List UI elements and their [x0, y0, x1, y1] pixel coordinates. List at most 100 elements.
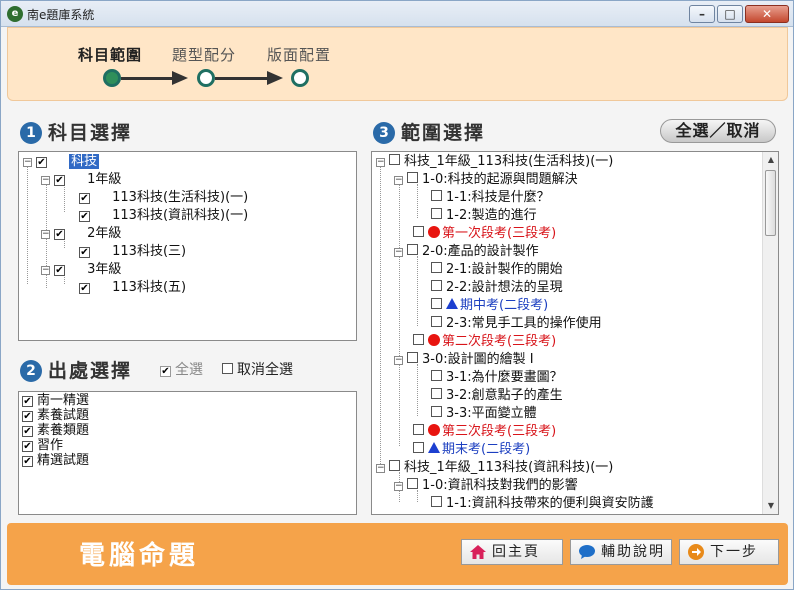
checkbox[interactable]	[413, 334, 424, 345]
range-item[interactable]: 1-1:資訊科技帶來的便利與資安防護	[431, 495, 654, 513]
tree-item-course[interactable]: ✔ 113科技(生活科技)(一)	[79, 189, 248, 207]
source-list-panel[interactable]: ✔ 南一精選 ✔ 素養試題 ✔ 素養類題 ✔ 習作 ✔ 精選試題	[18, 391, 357, 515]
checkbox[interactable]: ✔	[54, 229, 65, 240]
list-item[interactable]: ✔ 南一精選	[22, 393, 89, 408]
checkbox[interactable]	[431, 406, 442, 417]
maximize-button[interactable]: □	[717, 5, 743, 23]
range-item[interactable]: 2-2:設計想法的呈現	[431, 279, 563, 297]
checkbox[interactable]: ✔	[54, 175, 65, 186]
tree-item-label: 113科技(生活科技)(一)	[112, 190, 249, 205]
tree-item-course[interactable]: ✔ 113科技(資訊科技)(一)	[79, 207, 248, 225]
checkbox[interactable]	[431, 280, 442, 291]
checkbox[interactable]	[407, 478, 418, 489]
checkbox[interactable]: ✔	[160, 366, 171, 377]
checkbox[interactable]: ✔	[22, 411, 33, 422]
checkbox[interactable]	[407, 244, 418, 255]
tree-item-grade3[interactable]: − ✔ 3年級	[41, 261, 121, 279]
range-item-label: 2-0:產品的設計製作	[422, 244, 539, 259]
list-item[interactable]: ✔ 精選試題	[22, 453, 89, 468]
checkbox[interactable]	[431, 316, 442, 327]
help-button[interactable]: 輔助說明	[570, 539, 672, 565]
checkbox[interactable]: ✔	[79, 283, 90, 294]
checkbox[interactable]: ✔	[22, 456, 33, 467]
collapse-icon[interactable]: −	[376, 158, 385, 167]
checkbox[interactable]: ✔	[54, 265, 65, 276]
collapse-icon[interactable]: −	[41, 266, 50, 275]
tree-item-label: 113科技(五)	[112, 280, 187, 295]
range-item[interactable]: 3-2:創意點子的產生	[431, 387, 563, 405]
checkbox[interactable]	[389, 460, 400, 471]
tree-item-tech[interactable]: − ✔ 科技	[23, 153, 100, 171]
range-item[interactable]: 第二次段考(三段考)	[413, 333, 556, 351]
list-item[interactable]: ✔ 素養類題	[22, 423, 89, 438]
range-item[interactable]: − 科技_1年級_113科技(生活科技)(一)	[376, 153, 613, 171]
title-bar[interactable]: e 南e題庫系統 – □ ✕	[1, 1, 793, 27]
tree-item-grade1[interactable]: − ✔ 1年級	[41, 171, 121, 189]
range-item[interactable]: 3-3:平面變立體	[431, 405, 537, 423]
home-button[interactable]: 回主頁	[461, 539, 563, 565]
checkbox[interactable]: ✔	[22, 426, 33, 437]
checkbox[interactable]: ✔	[36, 157, 47, 168]
range-item[interactable]: 3-1:為什麼要畫圖？	[431, 369, 563, 387]
deselect-all-option[interactable]: 取消全選	[222, 359, 293, 379]
checkbox[interactable]	[222, 363, 233, 374]
checkbox[interactable]	[413, 424, 424, 435]
vertical-scrollbar[interactable]: ▲ ▼	[762, 152, 778, 514]
range-item[interactable]: − 1-0:資訊科技對我們的影響	[394, 477, 578, 495]
tree-item-course[interactable]: ✔ 113科技(三)	[79, 243, 186, 261]
minimize-button[interactable]: –	[689, 5, 715, 23]
checkbox[interactable]: ✔	[22, 441, 33, 452]
checkbox[interactable]	[431, 262, 442, 273]
range-item[interactable]: 2-1:設計製作的開始	[431, 261, 563, 279]
checkbox[interactable]	[389, 154, 400, 165]
range-item[interactable]: − 3-0:設計圖的繪製 I	[394, 351, 534, 369]
range-item[interactable]: 期中考(二段考)	[431, 297, 548, 315]
checkbox[interactable]: ✔	[79, 247, 90, 258]
close-button[interactable]: ✕	[745, 5, 789, 23]
checkbox[interactable]	[413, 442, 424, 453]
subject-tree-panel[interactable]: − ✔ 科技 − ✔ 1年級 ✔ 113科技(生活科技)(一) ✔ 113科技(資訊…	[18, 151, 357, 341]
range-item[interactable]: − 1-0:科技的起源與問題解決	[394, 171, 578, 189]
scroll-thumb[interactable]	[765, 170, 776, 236]
range-item[interactable]: 期末考(二段考)	[413, 441, 530, 459]
checkbox[interactable]	[431, 388, 442, 399]
toggle-all-button[interactable]: 全選／取消	[660, 119, 776, 143]
checkbox[interactable]: ✔	[22, 396, 33, 407]
range-item[interactable]: 第一次段考(三段考)	[413, 225, 556, 243]
collapse-icon[interactable]: −	[41, 176, 50, 185]
checkbox[interactable]: ✔	[79, 211, 90, 222]
collapse-icon[interactable]: −	[394, 356, 403, 365]
scroll-up-icon[interactable]: ▲	[763, 152, 778, 168]
range-item[interactable]: 2-3:常見手工具的操作使用	[431, 315, 602, 333]
range-tree-panel[interactable]: − 科技_1年級_113科技(生活科技)(一) −1-0:科技的起源與問題解決 1…	[371, 151, 779, 515]
checkbox[interactable]	[431, 496, 442, 507]
red-circle-icon	[428, 334, 440, 346]
collapse-icon[interactable]: −	[23, 158, 32, 167]
step-connector-2	[215, 77, 267, 80]
checkbox[interactable]	[407, 172, 418, 183]
range-item[interactable]: − 2-0:產品的設計製作	[394, 243, 539, 261]
collapse-icon[interactable]: −	[394, 482, 403, 491]
list-item[interactable]: ✔ 習作	[22, 438, 63, 453]
next-step-button[interactable]: 下一步	[679, 539, 779, 565]
collapse-icon[interactable]: −	[394, 248, 403, 257]
checkbox[interactable]	[431, 370, 442, 381]
tree-item-grade2[interactable]: − ✔ 2年級	[41, 225, 121, 243]
range-item[interactable]: − 科技_1年級_113科技(資訊科技)(一)	[376, 459, 613, 477]
collapse-icon[interactable]: −	[41, 230, 50, 239]
checkbox[interactable]	[407, 352, 418, 363]
range-item[interactable]: 1-2:製造的進行	[431, 207, 537, 225]
checkbox[interactable]: ✔	[79, 193, 90, 204]
scroll-down-icon[interactable]: ▼	[763, 498, 778, 514]
collapse-icon[interactable]: −	[394, 176, 403, 185]
tree-item-course[interactable]: ✔ 113科技(五)	[79, 279, 186, 297]
checkbox[interactable]	[431, 298, 442, 309]
checkbox[interactable]	[431, 190, 442, 201]
checkbox[interactable]	[413, 226, 424, 237]
select-all-option[interactable]: ✔ 全選	[160, 359, 203, 379]
list-item[interactable]: ✔ 素養試題	[22, 408, 89, 423]
range-item[interactable]: 第三次段考(三段考)	[413, 423, 556, 441]
checkbox[interactable]	[431, 208, 442, 219]
range-item[interactable]: 1-1:科技是什麼？	[431, 189, 550, 207]
collapse-icon[interactable]: −	[376, 464, 385, 473]
